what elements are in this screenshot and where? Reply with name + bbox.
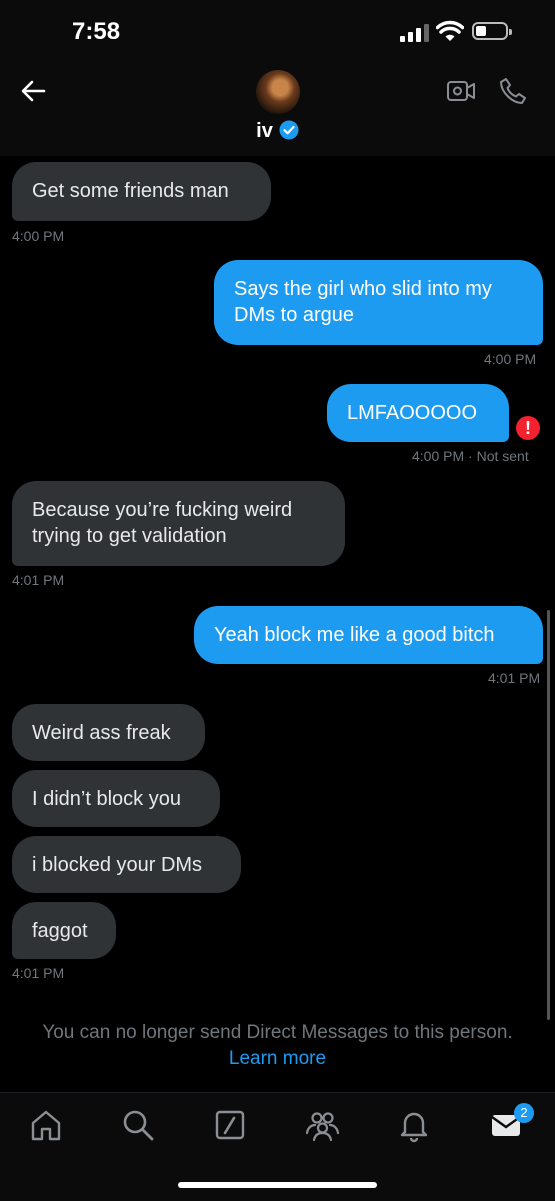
- message-timestamp: 4:01 PM: [488, 670, 541, 686]
- received-message[interactable]: Get some friends man: [12, 162, 271, 221]
- verified-badge-icon: [279, 120, 299, 140]
- error-alert-icon[interactable]: !: [516, 416, 540, 440]
- sent-message[interactable]: Says the girl who slid into my DMs to ar…: [214, 260, 543, 345]
- search-icon[interactable]: [120, 1107, 156, 1143]
- wifi-icon: [436, 20, 464, 41]
- home-indicator[interactable]: [178, 1182, 377, 1188]
- notifications-bell-icon[interactable]: [396, 1107, 432, 1143]
- received-message[interactable]: Weird ass freak: [12, 704, 205, 761]
- message-timestamp: 4:00 PM: [412, 448, 465, 464]
- video-call-icon[interactable]: [446, 78, 476, 104]
- back-arrow-icon[interactable]: [18, 76, 50, 106]
- scrollbar[interactable]: [547, 610, 550, 1020]
- sent-message[interactable]: LMFAOOOOO: [327, 384, 509, 442]
- message-timestamp-row: 4:00 PM · Not sent: [412, 448, 529, 464]
- message-timestamp: 4:01 PM: [12, 965, 65, 981]
- contact-name: iv: [256, 120, 273, 142]
- message-timestamp: 4:00 PM: [12, 228, 65, 244]
- received-message[interactable]: i blocked your DMs: [12, 836, 241, 893]
- message-timestamp: 4:00 PM: [484, 351, 537, 367]
- received-message[interactable]: Because you’re fucking weird trying to g…: [12, 481, 345, 566]
- received-message[interactable]: I didn’t block you: [12, 770, 220, 827]
- sent-message[interactable]: Yeah block me like a good bitch: [194, 606, 543, 664]
- communities-icon[interactable]: [304, 1107, 340, 1143]
- cellular-signal-icon: [400, 24, 430, 42]
- status-time: 7:58: [72, 18, 121, 45]
- phone-call-icon[interactable]: [498, 76, 528, 106]
- grok-icon[interactable]: [212, 1107, 248, 1143]
- home-icon[interactable]: [28, 1107, 64, 1143]
- status-bar: 7:58: [0, 0, 555, 66]
- not-sent-status: · Not sent: [468, 448, 529, 464]
- message-timestamp: 4:01 PM: [12, 572, 65, 588]
- notice-text: You can no longer send Direct Messages t…: [42, 1022, 513, 1043]
- learn-more-link[interactable]: Learn more: [0, 1046, 555, 1072]
- battery-icon: [472, 22, 512, 40]
- received-message[interactable]: faggot: [12, 902, 116, 959]
- messages-badge: 2: [514, 1103, 534, 1123]
- conversation-title[interactable]: iv: [0, 120, 555, 143]
- dm-restricted-notice: You can no longer send Direct Messages t…: [0, 1020, 555, 1072]
- avatar[interactable]: [256, 70, 300, 114]
- conversation-header: iv: [0, 66, 555, 156]
